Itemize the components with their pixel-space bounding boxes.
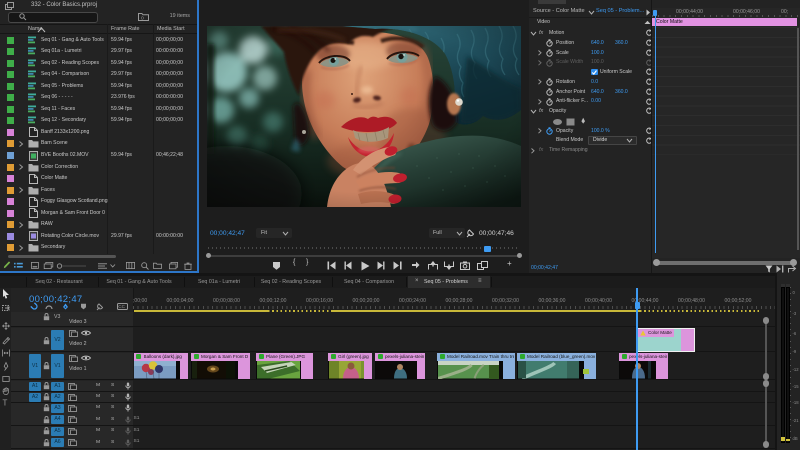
svg-text:CC: CC: [118, 304, 125, 309]
svg-text:o: o: [141, 16, 144, 22]
svg-text:T: T: [3, 399, 8, 408]
